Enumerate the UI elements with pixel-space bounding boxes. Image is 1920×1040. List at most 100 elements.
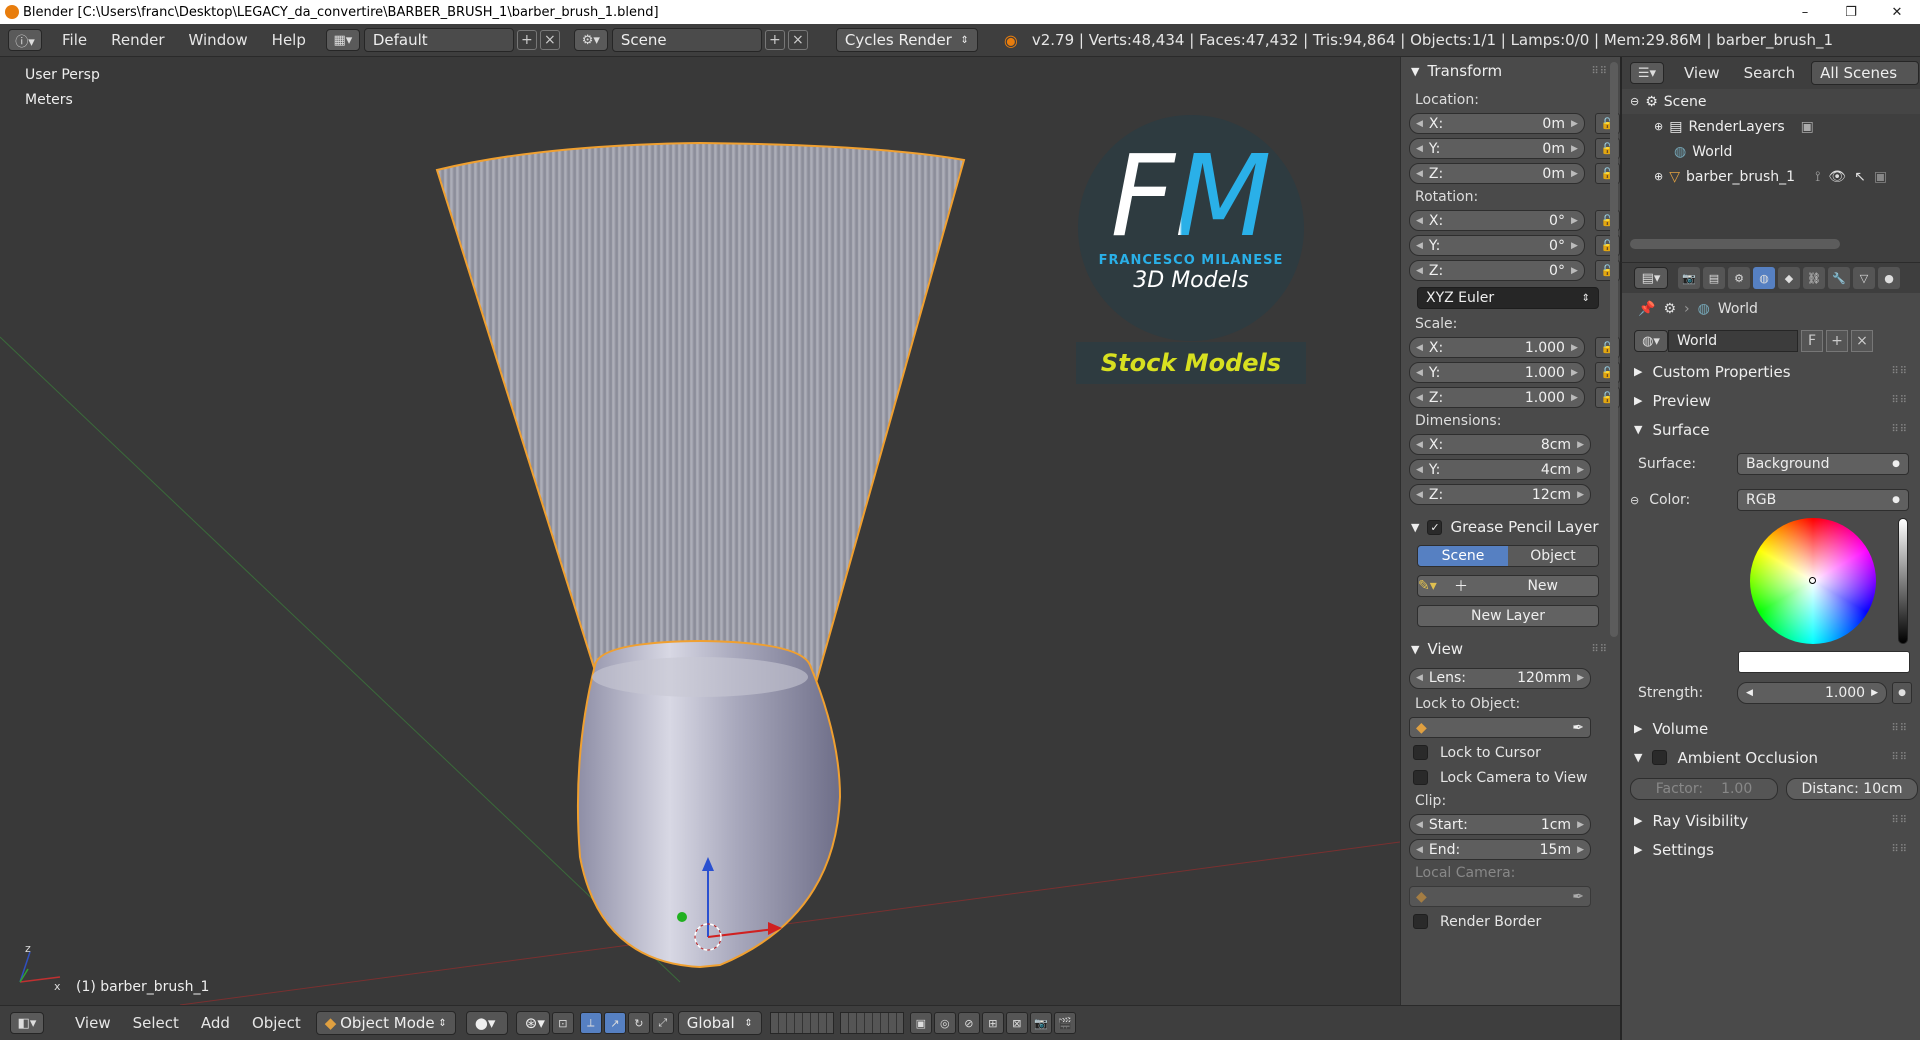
color-swatch[interactable]: [1738, 651, 1910, 673]
add-scene-icon[interactable]: +: [764, 30, 785, 50]
shading-dropdown[interactable]: ●▾: [465, 1011, 508, 1035]
translate-manipulator-icon[interactable]: ↗: [603, 1012, 626, 1034]
rotation-x-field[interactable]: ◀ X: 0° ▶: [1409, 210, 1585, 231]
3d-viewport[interactable]: User Persp Meters z x FM FRANCESCO MILAN…: [0, 57, 1400, 1005]
layers-grid-a[interactable]: [769, 1012, 834, 1034]
drag-handle-icon[interactable]: ⠿⠿: [1891, 723, 1908, 734]
lock-layers-icon[interactable]: ▣: [909, 1012, 932, 1034]
surface-dropdown[interactable]: Background ●: [1737, 453, 1909, 475]
eyedropper-icon[interactable]: ✒: [1572, 720, 1584, 736]
lock-cursor-row[interactable]: Lock to Cursor: [1401, 740, 1620, 765]
orientation-dropdown[interactable]: Global ⇕: [677, 1011, 762, 1035]
select-arrow-icon[interactable]: ↖: [1854, 169, 1866, 185]
world-tab-icon[interactable]: ◍: [1753, 267, 1775, 289]
unlink-world-icon[interactable]: ×: [1851, 330, 1873, 352]
render-engine-dropdown[interactable]: Cycles Render ⇕: [835, 28, 978, 52]
menu-object[interactable]: Object: [241, 1014, 312, 1032]
ambient-occlusion-checkbox[interactable]: [1652, 750, 1668, 765]
scale-manipulator-icon[interactable]: ⤢: [651, 1012, 674, 1034]
outliner-view-menu[interactable]: View: [1672, 64, 1732, 82]
expand-icon[interactable]: ⊕: [1654, 120, 1663, 133]
location-y-field[interactable]: ◀ Y: 0m ▶: [1409, 138, 1585, 159]
new-world-icon[interactable]: +: [1826, 330, 1848, 352]
tree-item-renderlayers[interactable]: ⊕ ▤ RenderLayers ▣: [1622, 114, 1920, 139]
rotation-mode-dropdown[interactable]: XYZ Euler ⇕: [1417, 287, 1599, 309]
maximize-button[interactable]: ❐: [1828, 0, 1874, 24]
drag-handle-icon[interactable]: ⠿⠿: [1891, 752, 1908, 763]
snap-element-icon[interactable]: ⊞: [981, 1012, 1004, 1034]
object-toggle[interactable]: Object: [1508, 546, 1598, 566]
render-tab-icon[interactable]: 📷: [1678, 267, 1700, 289]
collapse-icon[interactable]: ⊖: [1630, 95, 1639, 108]
tree-item-scene[interactable]: ⊖ ⚙ Scene: [1622, 89, 1920, 114]
custom-properties-section[interactable]: ▶ Custom Properties ⠿⠿: [1622, 357, 1920, 386]
menu-window[interactable]: Window: [177, 31, 260, 49]
manipulate-center-icon[interactable]: ⊡: [551, 1012, 574, 1034]
drag-handle-icon[interactable]: ⠿⠿: [1891, 424, 1908, 435]
render-animation-icon[interactable]: 🎬: [1053, 1012, 1076, 1034]
strength-field[interactable]: ◀ 1.000 ▶: [1737, 682, 1887, 704]
lock-cursor-checkbox[interactable]: [1413, 745, 1428, 760]
transform-section-header[interactable]: ▼ Transform ⠿⠿: [1401, 57, 1620, 85]
drag-handle-icon[interactable]: ⠿⠿: [1891, 815, 1908, 826]
ao-distance-field[interactable]: Distanc: 10cm: [1786, 778, 1918, 800]
menu-file[interactable]: File: [50, 31, 99, 49]
ao-factor-field[interactable]: Factor: 1.00: [1630, 778, 1778, 800]
scene-field[interactable]: Scene: [611, 28, 762, 52]
outliner-editor-icon[interactable]: ☰▾: [1630, 62, 1664, 84]
rotation-z-field[interactable]: ◀ Z: 0° ▶: [1409, 260, 1585, 281]
layers-grid-b[interactable]: [839, 1012, 904, 1034]
menu-add[interactable]: Add: [190, 1014, 241, 1032]
render-camera-icon[interactable]: ▣: [1874, 169, 1887, 185]
remove-layout-icon[interactable]: ×: [539, 30, 560, 50]
constraints-tab-icon[interactable]: ⛓: [1803, 267, 1825, 289]
grease-pencil-section-header[interactable]: ▼ ✓ Grease Pencil Layer: [1401, 513, 1620, 541]
add-layout-icon[interactable]: +: [516, 30, 537, 50]
proportional-edit-icon[interactable]: ◎: [933, 1012, 956, 1034]
color-wheel[interactable]: [1750, 518, 1876, 644]
scale-x-field[interactable]: ◀ X: 1.000 ▶: [1409, 337, 1585, 358]
drag-handle-icon[interactable]: ⠿⠿: [1891, 844, 1908, 855]
scale-z-field[interactable]: ◀ Z: 1.000 ▶: [1409, 387, 1585, 408]
clip-end-field[interactable]: ◀ End: 15m ▶: [1409, 839, 1591, 860]
scene-icon[interactable]: ⚙▾: [573, 29, 608, 51]
editor-type-info-icon[interactable]: ⓘ▾: [8, 29, 42, 51]
outliner-scrollbar[interactable]: [1630, 239, 1840, 249]
scale-y-field[interactable]: ◀ Y: 1.000 ▶: [1409, 362, 1585, 383]
pivot-dropdown[interactable]: ⊛▾: [515, 1011, 550, 1035]
snap-target-icon[interactable]: ⊠: [1005, 1012, 1028, 1034]
pin-icon[interactable]: 📌: [1638, 301, 1655, 317]
scene-tab-icon[interactable]: ⚙: [1728, 267, 1750, 289]
visibility-eye-icon[interactable]: 👁: [1828, 169, 1846, 185]
snap-icon[interactable]: ⊘: [957, 1012, 980, 1034]
tree-item-world[interactable]: ◍ World: [1622, 139, 1920, 164]
link-dot-icon[interactable]: ●: [1892, 682, 1912, 704]
lock-camera-row[interactable]: Lock Camera to View: [1401, 765, 1620, 790]
expand-icon[interactable]: ⊕: [1654, 170, 1663, 183]
drag-handle-icon[interactable]: ⠿⠿: [1591, 66, 1608, 77]
layers-tab-icon[interactable]: ▤: [1703, 267, 1725, 289]
surface-section[interactable]: ▼ Surface ⠿⠿: [1622, 415, 1920, 444]
outliner-search-menu[interactable]: Search: [1732, 64, 1808, 82]
world-browse-icon[interactable]: ◍▾: [1634, 330, 1668, 352]
location-z-field[interactable]: ◀ Z: 0m ▶: [1409, 163, 1585, 184]
drag-handle-icon[interactable]: ⠿⠿: [1891, 395, 1908, 406]
preview-section[interactable]: ▶ Preview ⠿⠿: [1622, 386, 1920, 415]
object-tab-icon[interactable]: ◆: [1778, 267, 1800, 289]
ray-visibility-section[interactable]: ▶ Ray Visibility ⠿⠿: [1622, 806, 1920, 835]
close-window-button[interactable]: ✕: [1874, 0, 1920, 24]
render-opengl-icon[interactable]: 📷: [1029, 1012, 1052, 1034]
menu-help[interactable]: Help: [260, 31, 318, 49]
n-panel-scrollbar[interactable]: [1610, 62, 1618, 637]
lock-object-field[interactable]: ◆ ✒: [1409, 717, 1591, 738]
dimensions-y-field[interactable]: ◀ Y: 4cm ▶: [1409, 459, 1591, 480]
menu-select[interactable]: Select: [122, 1014, 190, 1032]
location-x-field[interactable]: ◀ X: 0m ▶: [1409, 113, 1585, 134]
lock-camera-checkbox[interactable]: [1413, 770, 1428, 785]
menu-view[interactable]: View: [64, 1014, 122, 1032]
manipulator-toggle-icon[interactable]: ⟂: [579, 1012, 602, 1034]
tree-item-barber-brush[interactable]: ⊕ ▽ barber_brush_1 ⟟ 👁 ↖ ▣: [1622, 164, 1920, 189]
minimize-button[interactable]: –: [1782, 0, 1828, 24]
new-grease-pencil-button[interactable]: ✎▾ ＋ New: [1417, 575, 1599, 597]
drag-handle-icon[interactable]: ⠿⠿: [1891, 366, 1908, 377]
